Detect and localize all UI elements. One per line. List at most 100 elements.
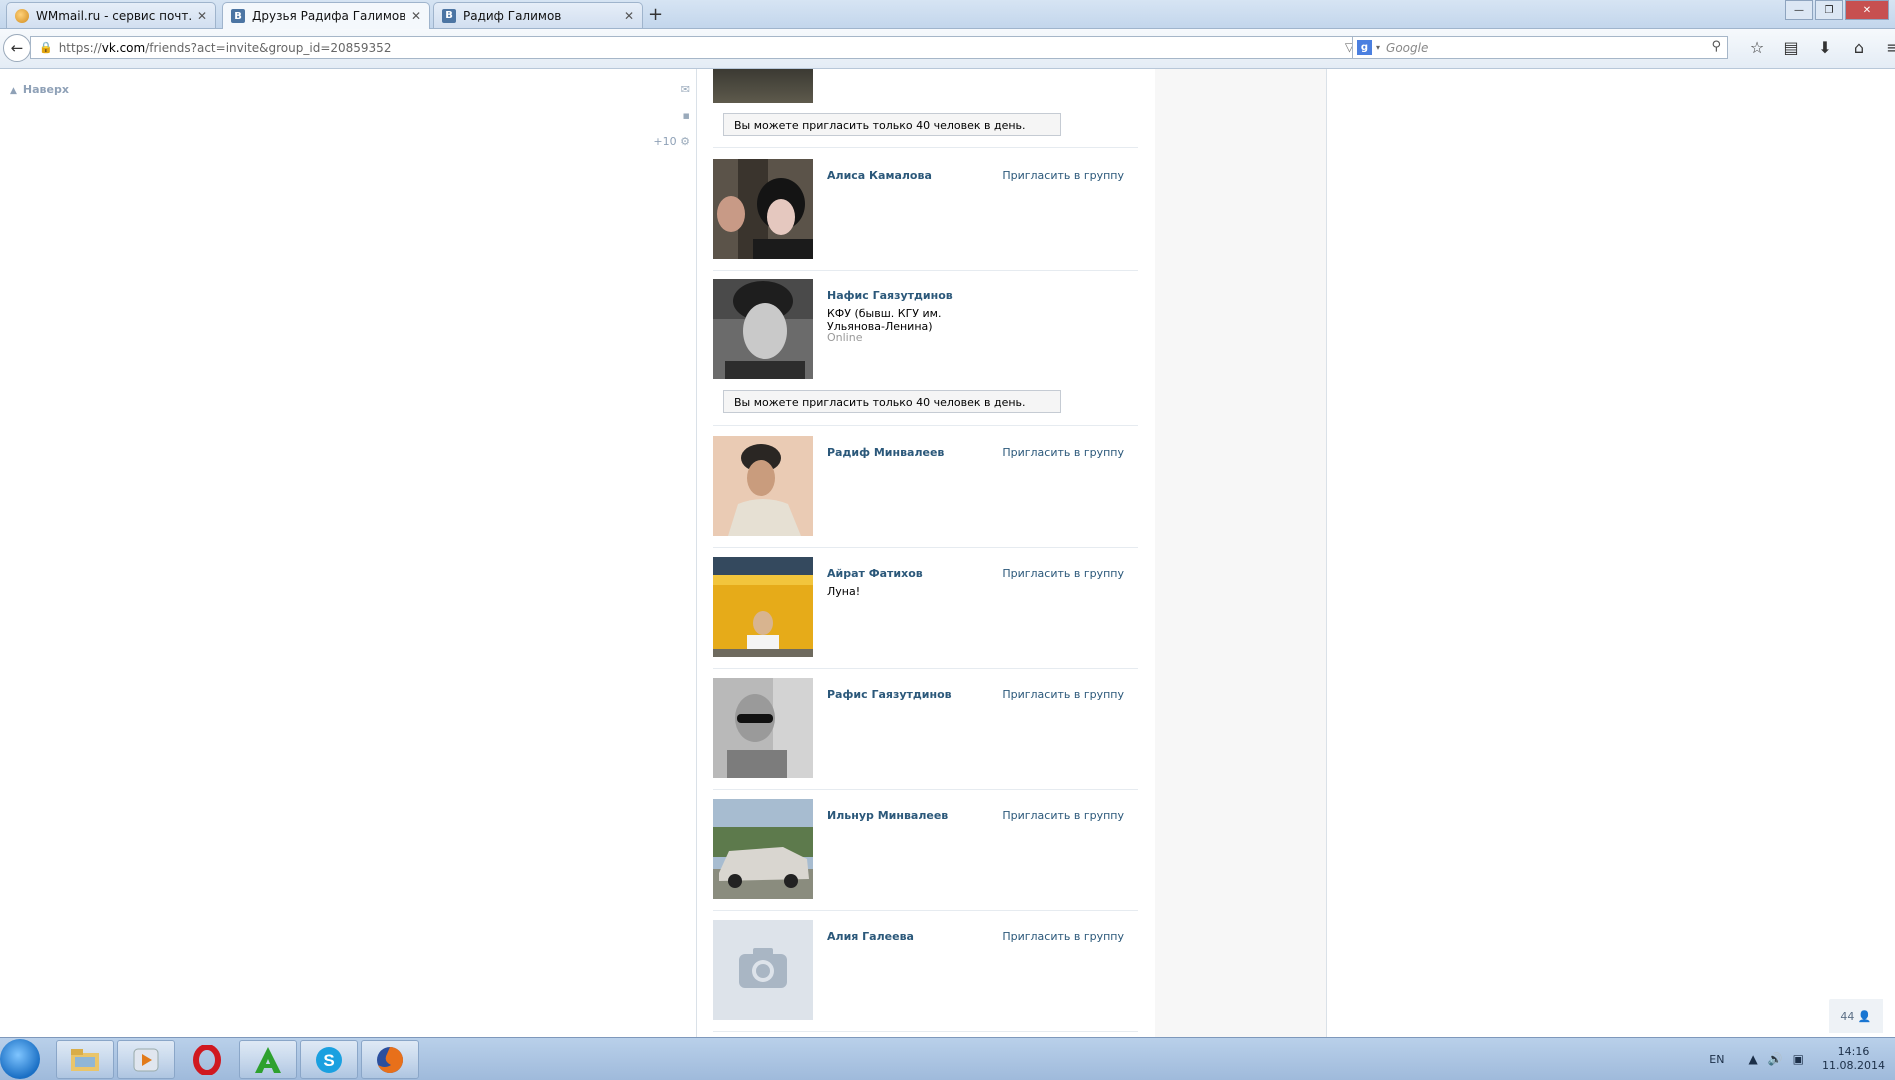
friend-name[interactable]: Алиса Камалова [827, 169, 932, 182]
friend-name[interactable]: Ильнур Минвалеев [827, 809, 948, 822]
separator [713, 425, 1138, 426]
menu-icon[interactable]: ≡ [1876, 38, 1895, 57]
friend-name[interactable]: Алия Галеева [827, 930, 914, 943]
friend-name[interactable]: Радиф Минвалеев [827, 446, 944, 459]
right-column [1155, 69, 1327, 1037]
start-button[interactable] [0, 1039, 40, 1079]
bookmarks-list-icon[interactable]: ▤ [1774, 38, 1808, 57]
mail-icon[interactable]: ✉ [650, 83, 690, 109]
friend-photo-placeholder[interactable] [713, 920, 813, 1020]
google-engine-icon[interactable]: g [1357, 40, 1372, 55]
minimize-icon[interactable]: — [1785, 0, 1813, 20]
browser-tabbar: WMmail.ru - сервис почт... ✕ B Друзья Ра… [0, 0, 1895, 29]
download-icon[interactable]: ⬇ [1808, 38, 1842, 57]
friend-row: Алия Галеева Пригласить в группу [713, 920, 1138, 1032]
tab-title: Друзья Радифа Галимова ... [252, 9, 405, 23]
friend-row: Алиса Камалова Пригласить в группу [713, 159, 1138, 271]
invite-to-group-link[interactable]: Пригласить в группу [1002, 567, 1124, 580]
language-indicator[interactable]: EN [1709, 1053, 1724, 1066]
windows-taskbar: S EN ▲ 🔊 ▣ 14:16 11.08.2014 [0, 1037, 1895, 1080]
search-placeholder: Google [1386, 40, 1429, 55]
close-tab-icon[interactable]: ✕ [411, 9, 421, 23]
volume-icon[interactable]: 🔊 [1768, 1052, 1783, 1066]
scroll-up-link[interactable]: ▲ Наверх [10, 83, 69, 96]
camera-icon [739, 948, 787, 988]
friend-name[interactable]: Рафис Гаязутдинов [827, 688, 952, 701]
friend-photo[interactable] [713, 436, 813, 536]
friend-photo-image [713, 436, 813, 536]
arrow-up-icon: ▲ [10, 86, 17, 96]
friend-row: Рафис Гаязутдинов Пригласить в группу [713, 678, 1138, 790]
wmmail-favicon-icon [15, 8, 29, 23]
close-tab-icon[interactable]: ✕ [624, 9, 634, 23]
opera-icon[interactable] [178, 1040, 236, 1079]
settings-gear-icon: ⚙ [680, 135, 690, 148]
close-tab-icon[interactable]: ✕ [197, 9, 207, 23]
online-friends-counter[interactable]: 44 👤 [1829, 999, 1883, 1033]
invite-limit-notice: Вы можете пригласить только 40 человек в… [723, 113, 1061, 136]
system-tray: EN ▲ 🔊 ▣ 14:16 11.08.2014 [1709, 1038, 1895, 1080]
new-tab-button[interactable]: + [648, 4, 663, 25]
friend-photo[interactable] [713, 557, 813, 657]
comment-icon[interactable]: ▪ [650, 109, 690, 135]
invite-to-group-link[interactable]: Пригласить в группу [1002, 169, 1124, 182]
back-arrow-icon: ← [10, 39, 24, 57]
tab-title: WMmail.ru - сервис почт... [36, 8, 191, 23]
friend-row: Радиф Минвалеев Пригласить в группу [713, 436, 1138, 548]
tab-title: Радиф Галимов [463, 8, 562, 23]
url-text: https://vk.com/friends?act=invite&group_… [58, 40, 392, 55]
back-button[interactable]: ← [3, 34, 31, 62]
invite-to-group-link[interactable]: Пригласить в группу [1002, 809, 1124, 822]
invite-to-group-link[interactable]: Пригласить в группу [1002, 446, 1124, 459]
friend-name[interactable]: Айрат Фатихов [827, 567, 923, 580]
explorer-icon[interactable] [56, 1040, 114, 1079]
a-app-icon[interactable] [239, 1040, 297, 1079]
home-icon[interactable]: ⌂ [1842, 38, 1876, 57]
invite-limit-notice: Вы можете пригласить только 40 человек в… [723, 390, 1061, 413]
friend-photo[interactable] [713, 799, 813, 899]
friend-name[interactable]: Нафис Гаязутдинов [827, 289, 953, 302]
separator [713, 147, 1138, 148]
user-icon: 👤 [1857, 1009, 1872, 1023]
tab-profile[interactable]: B Радиф Галимов ✕ [433, 2, 643, 28]
friend-photo[interactable] [713, 678, 813, 778]
browser-navbar: ← 🔒 https://vk.com/friends?act=invite&gr… [0, 29, 1895, 69]
friend-status-text: Луна! [827, 585, 861, 598]
toolbar-icons: ☆ ▤ ⬇ ⌂ ≡ [1740, 38, 1895, 57]
vk-page: ▲ Наверх ✉ ▪ +10 ⚙ Вы можете пригласить т… [0, 69, 1895, 1037]
maximize-icon[interactable]: ❐ [1815, 0, 1843, 20]
tab-wmmail[interactable]: WMmail.ru - сервис почт... ✕ [6, 2, 216, 28]
friends-invite-list: Вы можете пригласить только 40 человек в… [696, 69, 1156, 1037]
tab-friends[interactable]: B Друзья Радифа Галимова ... ✕ [222, 2, 430, 29]
tray-expand-icon[interactable]: ▲ [1748, 1052, 1757, 1066]
close-window-icon[interactable]: ✕ [1845, 0, 1889, 20]
notifications-counter[interactable]: +10 ⚙ [650, 135, 690, 161]
skype-icon[interactable]: S [300, 1040, 358, 1079]
left-nav-icons: ✉ ▪ +10 ⚙ [650, 83, 690, 161]
lock-icon: 🔒 [39, 41, 53, 54]
friend-photo[interactable] [713, 159, 813, 259]
friend-photo-image [713, 279, 813, 379]
network-icon[interactable]: ▣ [1793, 1052, 1804, 1066]
chevron-down-icon[interactable]: ▾ [1376, 43, 1380, 52]
friend-online-status: Online [827, 331, 863, 344]
friend-photo[interactable] [713, 279, 813, 379]
svg-text:S: S [323, 1051, 334, 1070]
address-bar[interactable]: 🔒 https://vk.com/friends?act=invite&grou… [30, 36, 1375, 59]
friend-photo-image [713, 159, 813, 259]
firefox-icon[interactable] [361, 1040, 419, 1079]
friend-row: Айрат Фатихов Луна! Пригласить в группу [713, 557, 1138, 669]
friend-photo-image [713, 557, 813, 657]
friend-photo-image [713, 678, 813, 778]
clock[interactable]: 14:16 11.08.2014 [1822, 1045, 1885, 1073]
friend-photo-image [713, 799, 813, 899]
invite-to-group-link[interactable]: Пригласить в группу [1002, 688, 1124, 701]
vk-favicon-icon: B [231, 9, 245, 23]
friend-university: КФУ (бывш. КГУ им. Ульянова-Ленина) [827, 307, 942, 333]
friend-photo-partial[interactable] [713, 69, 813, 103]
search-icon[interactable]: ⚲ [1711, 39, 1721, 54]
bookmark-star-icon[interactable]: ☆ [1740, 38, 1774, 57]
invite-to-group-link[interactable]: Пригласить в группу [1002, 930, 1124, 943]
search-bar[interactable]: g ▾ Google ⚲ [1352, 36, 1728, 59]
media-player-icon[interactable] [117, 1040, 175, 1079]
